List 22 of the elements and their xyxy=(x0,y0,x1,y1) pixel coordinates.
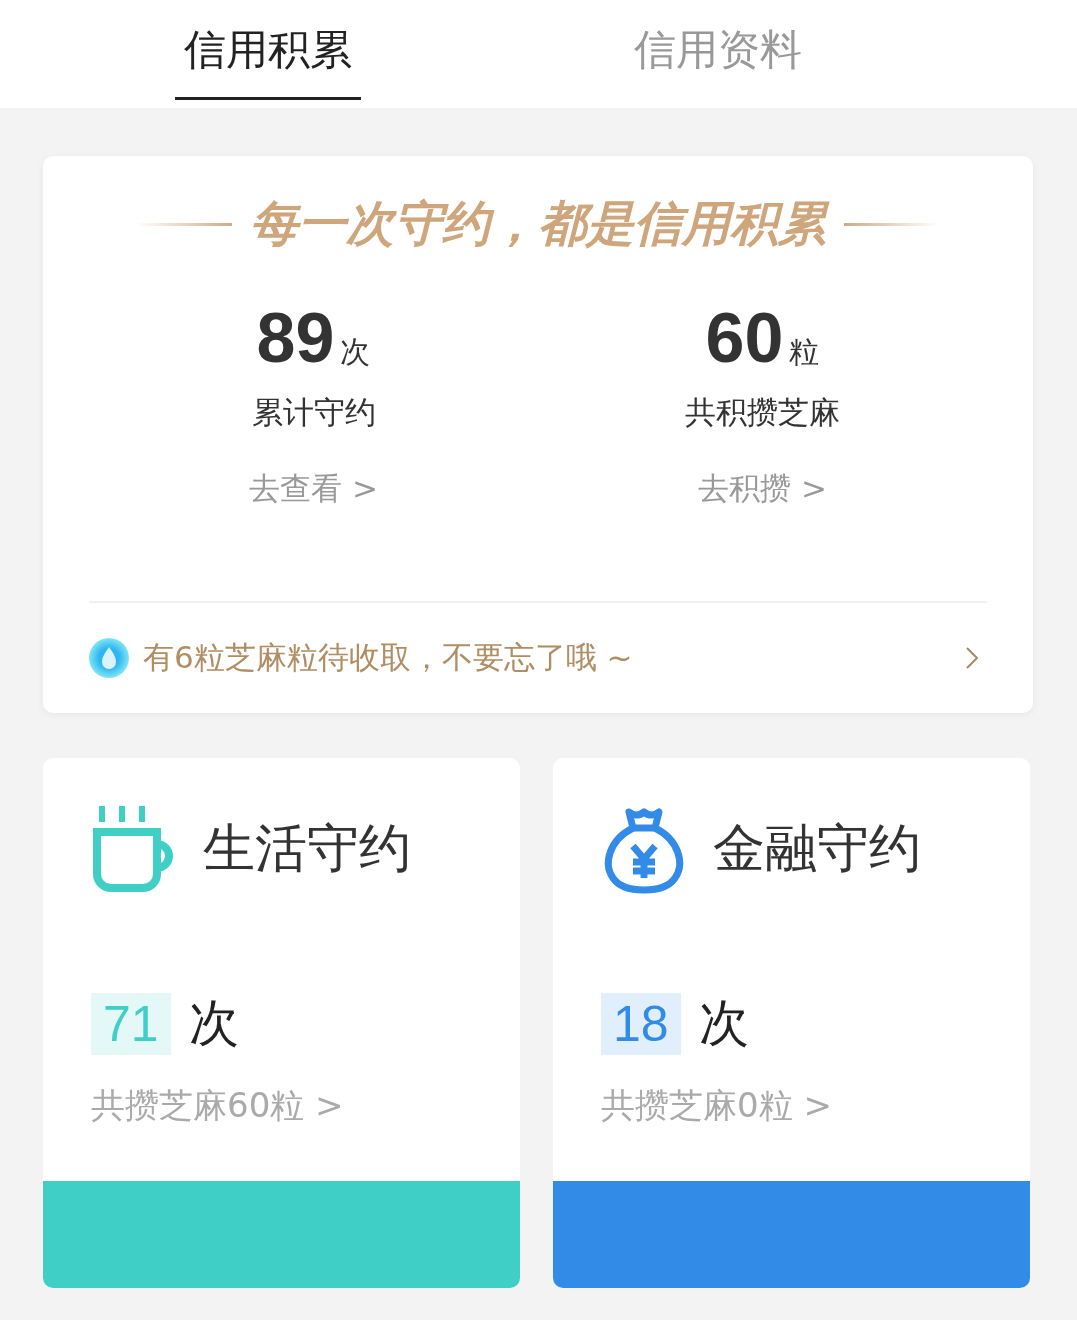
stat-link[interactable]: 去查看 > xyxy=(249,468,378,510)
chevron-right-icon[interactable] xyxy=(965,646,979,670)
stat-unit: 粒 xyxy=(789,333,820,371)
droplet-icon xyxy=(89,638,129,678)
tab[interactable]: 信用资料 xyxy=(538,0,898,100)
count-unit: 次 xyxy=(188,993,239,1054)
count-value: 71 xyxy=(91,992,171,1055)
stat-label: 共积攒芝麻 xyxy=(685,393,840,432)
category-card[interactable]: 金融守约 18 次 共攒芝麻0粒 > xyxy=(553,758,1030,1288)
stat-unit: 次 xyxy=(340,333,371,371)
stat-value: 89 xyxy=(256,298,335,378)
stat-value: 60 xyxy=(705,298,784,378)
notice-text[interactable]: 有6粒芝麻粒待收取，不要忘了哦 ~ xyxy=(143,637,951,679)
count-unit: 次 xyxy=(698,993,749,1054)
category-card[interactable]: 生活守约 71 次 共攒芝麻60粒 > xyxy=(43,758,520,1288)
stat-link[interactable]: 去积攒 > xyxy=(698,468,827,510)
category-title: 金融守约 xyxy=(713,817,921,880)
sesame-link[interactable]: 共攒芝麻60粒 > xyxy=(43,1057,520,1129)
stat-label: 累计守约 xyxy=(251,393,376,432)
count-value: 18 xyxy=(601,992,681,1055)
sesame-link[interactable]: 共攒芝麻0粒 > xyxy=(553,1057,1030,1129)
category-title: 生活守约 xyxy=(203,817,411,880)
